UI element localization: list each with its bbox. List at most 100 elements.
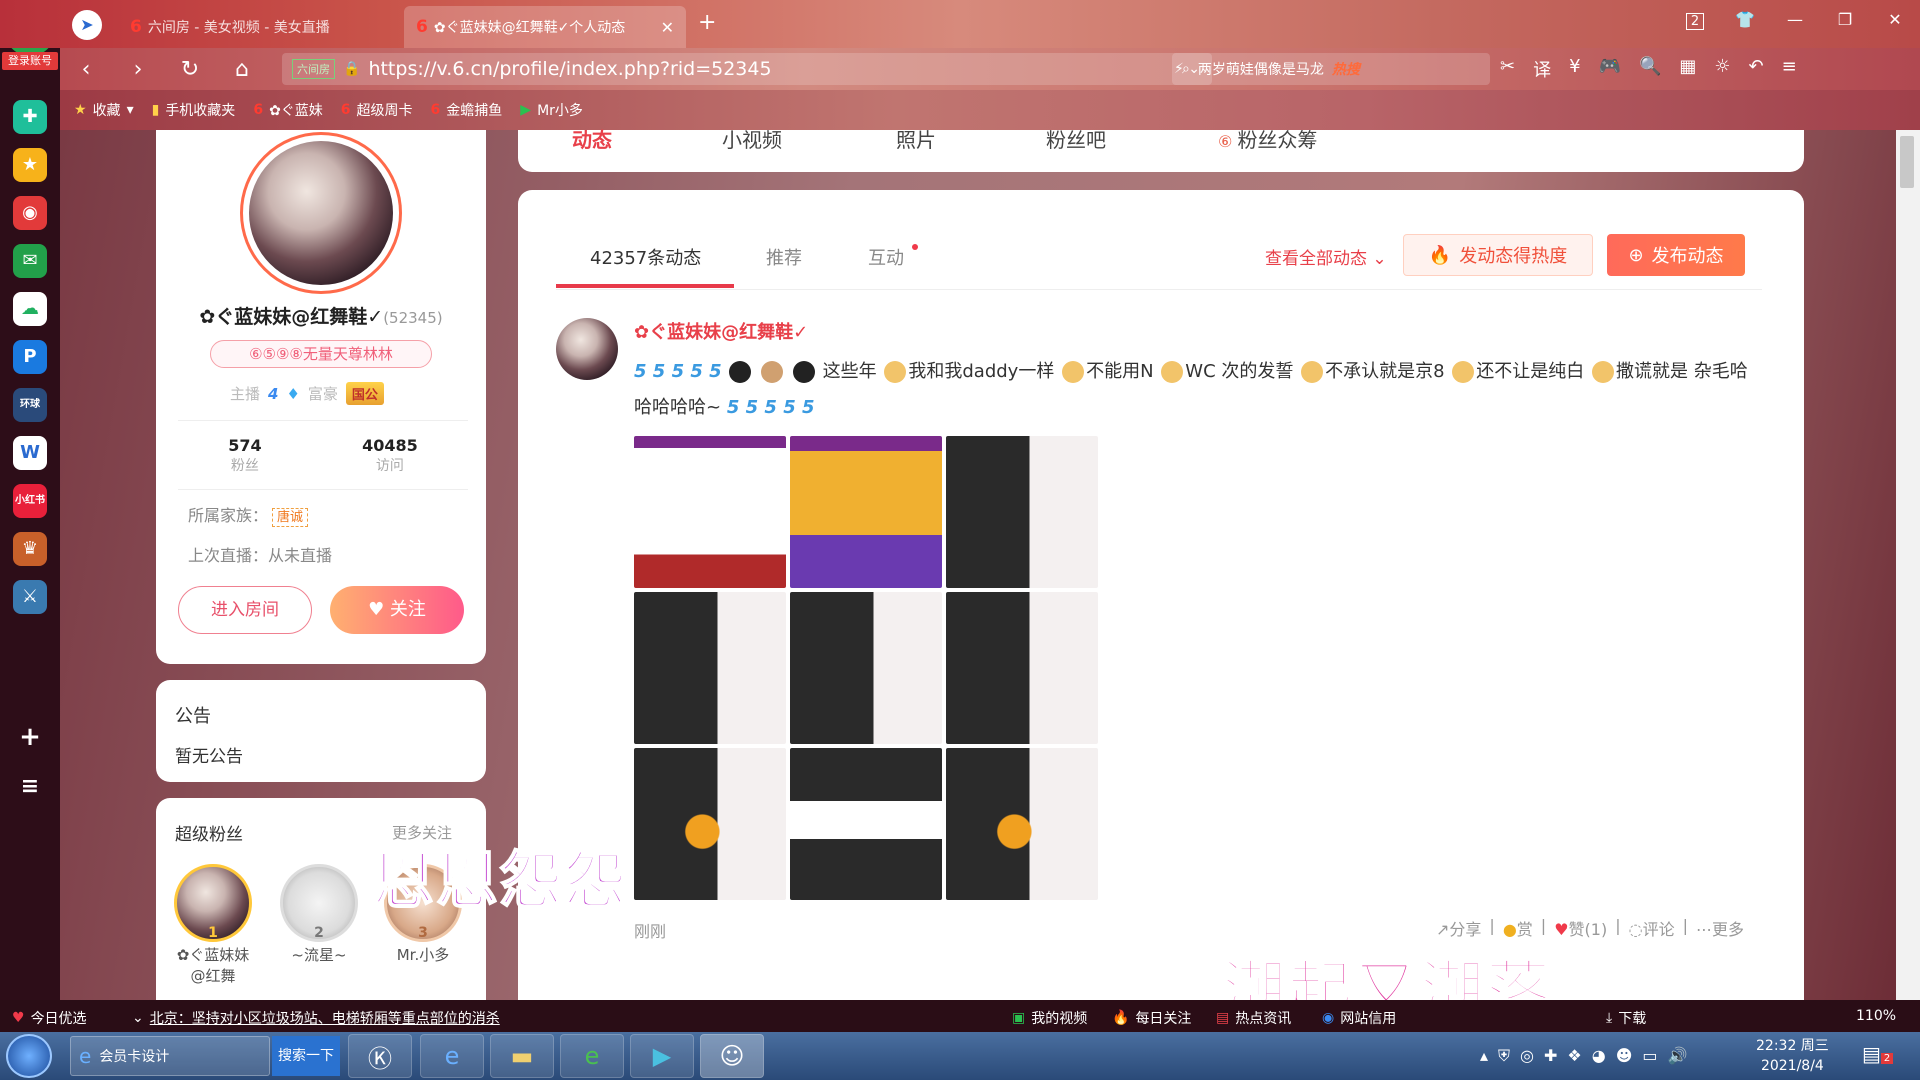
- notification-icon[interactable]: ▤ 2: [1862, 1042, 1894, 1066]
- home-icon[interactable]: ⌂: [216, 57, 268, 82]
- tab-photos[interactable]: 照片: [896, 124, 936, 153]
- taskbar-ie-search[interactable]: e 会员卡设计: [70, 1036, 270, 1076]
- tab-dynamics[interactable]: 动态: [572, 124, 612, 153]
- downloads[interactable]: ⤓ 下载: [1606, 1008, 1646, 1028]
- post-thumbnail[interactable]: [790, 436, 942, 588]
- back-icon[interactable]: ‹: [60, 57, 112, 82]
- coin-icon[interactable]: ¥: [1569, 56, 1580, 82]
- taskbar-clock[interactable]: 22:32 周三 2021/8/4: [1756, 1036, 1829, 1076]
- post-thumbnail[interactable]: [634, 748, 786, 900]
- new-tab-icon[interactable]: +: [698, 10, 716, 35]
- site-credit[interactable]: ◉ 网站信用: [1322, 1008, 1396, 1028]
- find-icon[interactable]: 🔍: [1639, 56, 1661, 82]
- post-thumbnail[interactable]: [946, 592, 1098, 744]
- bookmark-favorites[interactable]: ★ 收藏 ▾: [74, 100, 134, 120]
- forward-icon[interactable]: ›: [112, 57, 164, 82]
- brightness-icon[interactable]: ☼: [1714, 56, 1730, 82]
- plus-icon[interactable]: ✚: [1544, 1046, 1557, 1066]
- k-app-icon[interactable]: Ⓚ: [348, 1034, 412, 1078]
- p-app-icon[interactable]: P: [13, 340, 47, 374]
- my-videos[interactable]: ▣ 我的视频: [1012, 1008, 1087, 1028]
- start-button[interactable]: [6, 1034, 52, 1078]
- restore-icon[interactable]: ❐: [1820, 10, 1870, 29]
- today-picks[interactable]: ♥ 今日优选: [12, 1008, 87, 1028]
- tab-profile[interactable]: 6 ✿ぐ蓝妹妹@红舞鞋✓个人动态 ✕: [404, 6, 686, 48]
- search-text[interactable]: 两岁萌娃偶像是马龙: [1198, 59, 1324, 79]
- post-thumbnail[interactable]: [634, 592, 786, 744]
- undo-icon[interactable]: ↶: [1749, 56, 1764, 82]
- tab-all-dynamics[interactable]: 42357条动态: [590, 244, 701, 270]
- view-all-dropdown[interactable]: 查看全部动态 ⌄: [1265, 244, 1387, 269]
- qq-icon[interactable]: ◕: [1592, 1046, 1606, 1066]
- tab-interact[interactable]: 互动: [868, 244, 904, 270]
- cloud-icon[interactable]: ☁: [13, 292, 47, 326]
- avatar[interactable]: [556, 318, 618, 380]
- bookmark-weekcard[interactable]: 6 超级周卡: [341, 100, 413, 120]
- bookmark-mrxiaoduo[interactable]: ▶ Mr小多: [520, 100, 583, 120]
- game2-icon[interactable]: ⚔: [13, 580, 47, 614]
- super-fan-item[interactable]: 2 ~流星~: [278, 864, 360, 965]
- monitor-icon[interactable]: ▭: [1642, 1046, 1657, 1066]
- tab-count-badge[interactable]: 2: [1670, 10, 1720, 30]
- 360-browser-icon[interactable]: e: [560, 1034, 624, 1078]
- enter-room-button[interactable]: 进入房间: [178, 586, 312, 634]
- bookmark-profile[interactable]: 6 ✿ぐ蓝妹: [253, 100, 322, 120]
- follow-button[interactable]: ♥ 关注: [330, 586, 464, 634]
- post-author[interactable]: ✿ぐ蓝妹妹@红舞鞋✓: [634, 318, 808, 344]
- scrollbar-thumb[interactable]: [1900, 136, 1914, 188]
- share-action[interactable]: ↗分享: [1436, 916, 1481, 940]
- media-player-icon[interactable]: ▶: [630, 1034, 694, 1078]
- post-thumbnail[interactable]: [634, 436, 786, 588]
- shirt-skin-icon[interactable]: 👕: [1720, 10, 1770, 29]
- tab-liujianfang[interactable]: 6 六间房 - 美女视频 - 美女直播: [118, 6, 398, 48]
- mail-icon[interactable]: ✉: [13, 244, 47, 278]
- news-ticker[interactable]: ⌄ 北京：坚持对小区垃圾场站、电梯轿厢等重点部位的消杀: [132, 1008, 500, 1028]
- shield-icon[interactable]: ⛨: [1498, 1046, 1510, 1066]
- scissors-icon[interactable]: ✂: [1500, 56, 1515, 82]
- sidebar-app-icon[interactable]: ✚: [13, 100, 47, 134]
- favorites-star-icon[interactable]: ★: [13, 148, 47, 182]
- publish-post-button[interactable]: ⊕ 发布动态: [1607, 234, 1745, 276]
- hot-post-button[interactable]: 🔥 发动态得热度: [1403, 234, 1593, 276]
- taskbar-search-button[interactable]: 搜索一下: [272, 1036, 340, 1076]
- network-icon[interactable]: ❖: [1567, 1046, 1581, 1066]
- folder-icon[interactable]: ▬: [490, 1034, 554, 1078]
- more-action[interactable]: ⋯更多: [1696, 916, 1744, 940]
- redbook-icon[interactable]: 小红书: [13, 484, 47, 518]
- bookmark-mobile[interactable]: ▮ 手机收藏夹: [152, 100, 236, 120]
- profile-avatar[interactable]: [240, 132, 402, 294]
- bookmark-fishing[interactable]: 6 金蟾捕鱼: [431, 100, 503, 120]
- volume-icon[interactable]: 🔊: [1668, 1046, 1688, 1066]
- tray-arrow-icon[interactable]: ▴: [1480, 1046, 1488, 1066]
- login-button[interactable]: 登录账号: [2, 52, 58, 70]
- vertical-scrollbar[interactable]: [1896, 130, 1920, 1000]
- user-icon[interactable]: ☻: [1616, 1046, 1633, 1066]
- game-icon[interactable]: ♛: [13, 532, 47, 566]
- post-thumbnail[interactable]: [790, 592, 942, 744]
- daily-follow[interactable]: 🔥 每日关注: [1112, 1008, 1191, 1028]
- tab-crowdfunding[interactable]: ⑥ 粉丝众筹: [1218, 124, 1317, 153]
- url-text[interactable]: https://v.6.cn/profile/index.php?rid=523…: [368, 58, 771, 80]
- refresh-icon[interactable]: ↻: [164, 57, 216, 82]
- news-app-icon[interactable]: 环球: [13, 388, 47, 422]
- add-icon[interactable]: +: [13, 720, 47, 754]
- ie-icon[interactable]: e: [420, 1034, 484, 1078]
- zoom-level[interactable]: 110%: [1856, 1008, 1896, 1024]
- post-thumbnail[interactable]: [946, 436, 1098, 588]
- menu-icon[interactable]: ≡: [13, 770, 47, 804]
- like-action[interactable]: ♥赞(1): [1554, 916, 1607, 940]
- tab-fan-forum[interactable]: 粉丝吧: [1046, 124, 1106, 153]
- fans-stat[interactable]: 574 粉丝: [228, 436, 261, 475]
- apps-grid-icon[interactable]: ▦: [1679, 56, 1696, 82]
- close-tab-icon[interactable]: ✕: [661, 18, 674, 37]
- translate-icon[interactable]: 译: [1533, 56, 1551, 82]
- tab-recommend[interactable]: 推荐: [766, 244, 802, 270]
- close-window-icon[interactable]: ✕: [1870, 10, 1920, 29]
- word-doc-icon[interactable]: W: [13, 436, 47, 470]
- hot-news[interactable]: ▤ 热点资讯: [1216, 1008, 1291, 1028]
- gamepad-icon[interactable]: 🎮: [1599, 56, 1621, 82]
- minimize-icon[interactable]: —: [1770, 10, 1820, 29]
- weibo-icon[interactable]: ◉: [13, 196, 47, 230]
- address-bar[interactable]: 六间房 🔒 https://v.6.cn/profile/index.php?r…: [282, 53, 1212, 85]
- avatar-app-icon[interactable]: ☺: [700, 1034, 764, 1078]
